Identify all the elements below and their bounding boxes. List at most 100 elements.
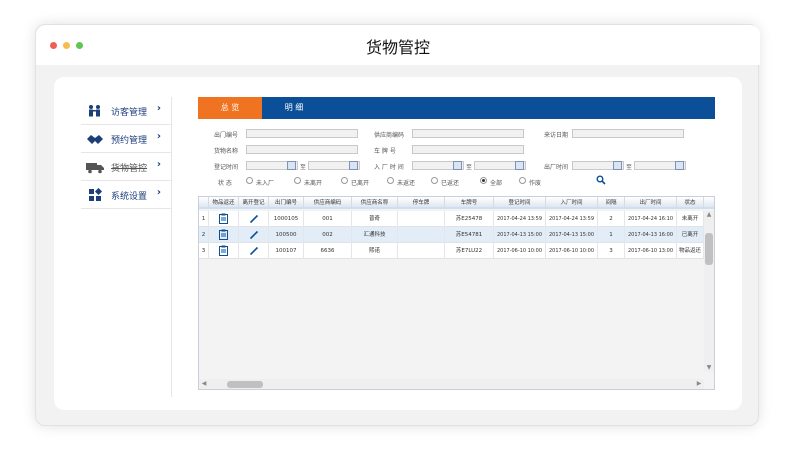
- column-header[interactable]: 状态: [677, 197, 704, 209]
- sidebar-divider: [171, 97, 172, 397]
- clipboard-icon[interactable]: [209, 211, 239, 227]
- tab-overview[interactable]: 总 览: [198, 97, 262, 119]
- vertical-scroll-thumb[interactable]: [705, 233, 713, 265]
- column-header[interactable]: 车牌号: [445, 197, 494, 209]
- tab-details[interactable]: 明 细: [262, 97, 326, 119]
- column-header[interactable]: 供应商编码: [304, 197, 352, 209]
- chevron-right-icon: ›: [156, 103, 161, 114]
- title-bar: 货物管控: [36, 25, 760, 65]
- calendar-icon[interactable]: [613, 161, 622, 170]
- exit-number-cell: 100107: [269, 243, 304, 259]
- exit-time-cell: 2017-04-24 16:10: [625, 211, 677, 227]
- calendar-icon[interactable]: [349, 161, 358, 170]
- supplier-code-label: 供应商编码: [374, 132, 405, 139]
- calendar-icon[interactable]: [453, 161, 462, 170]
- sidebar-item-label: 预约管理: [111, 136, 148, 146]
- interval-cell: 2: [598, 211, 625, 227]
- radio-label: 未离开: [304, 180, 323, 187]
- exit-time-label: 出厂时间: [544, 164, 569, 171]
- status-radio-left[interactable]: [341, 177, 348, 184]
- status-radio-not-left[interactable]: [294, 177, 301, 184]
- register-time-cell: 2017-04-13 15:00: [494, 227, 546, 243]
- grid-header: 物品返还 离开登记 出门编号 供应商编码 供应商名称 停车牌 车牌号 登记时间 …: [199, 197, 714, 209]
- sidebar-item-settings[interactable]: 系统设置 ›: [81, 181, 171, 209]
- visitors-icon: [89, 105, 100, 117]
- column-header[interactable]: 出门编号: [269, 197, 304, 209]
- exit-number-label: 出门编号: [214, 132, 239, 139]
- scroll-down-icon[interactable]: ▼: [704, 364, 714, 372]
- column-header[interactable]: 物品返还: [209, 197, 239, 209]
- range-separator: 至: [626, 164, 633, 171]
- sidebar-item-appointments[interactable]: 预约管理 ›: [81, 125, 171, 153]
- row-number: 1: [199, 211, 209, 227]
- scroll-left-icon[interactable]: ◀: [199, 379, 209, 389]
- status-label: 状 态: [218, 180, 232, 187]
- sidebar-item-goods-control[interactable]: 货物管控 ›: [81, 153, 171, 181]
- column-header[interactable]: 离开登记: [239, 197, 269, 209]
- calendar-icon[interactable]: [675, 161, 684, 170]
- status-radio-all[interactable]: [480, 177, 487, 184]
- entry-time-label: 入 厂 时 间: [374, 164, 404, 171]
- visit-date-input[interactable]: [572, 129, 684, 138]
- table-row[interactable]: 3 100107 6636 熙诺 苏E7LU22 2017-06-10 10:0…: [199, 243, 704, 259]
- table-row[interactable]: 1 1000105 001 普奇 苏E25478 2017-04-24 13:5…: [199, 211, 704, 227]
- clipboard-icon[interactable]: [209, 243, 239, 259]
- pen-icon[interactable]: [239, 211, 269, 227]
- column-header[interactable]: 间隔: [598, 197, 625, 209]
- horizontal-scrollbar[interactable]: ◀ ▶: [199, 379, 704, 389]
- tab-bar: 总 览 明 细: [198, 97, 715, 119]
- supplier-name-cell: 汇通科技: [352, 227, 398, 243]
- exit-time-cell: 2017-04-13 16:00: [625, 227, 677, 243]
- interval-cell: 1: [598, 227, 625, 243]
- status-radio-not-returned[interactable]: [387, 177, 394, 184]
- pen-icon[interactable]: [239, 227, 269, 243]
- column-header[interactable]: 供应商名称: [352, 197, 398, 209]
- vertical-scrollbar[interactable]: ▲ ▼: [704, 211, 714, 372]
- exit-number-cell: 1000105: [269, 211, 304, 227]
- status-radio-not-entered[interactable]: [246, 177, 253, 184]
- goods-name-input[interactable]: [246, 145, 358, 154]
- column-header[interactable]: 登记时间: [494, 197, 546, 209]
- horizontal-scroll-thumb[interactable]: [227, 381, 263, 388]
- calendar-icon[interactable]: [287, 161, 296, 170]
- status-cell: 已离开: [677, 227, 704, 243]
- column-header[interactable]: 出厂时间: [625, 197, 677, 209]
- search-icon[interactable]: [596, 175, 606, 185]
- chevron-right-icon: ›: [156, 131, 161, 142]
- scroll-right-icon[interactable]: ▶: [694, 379, 704, 389]
- row-number: 3: [199, 243, 209, 259]
- register-time-label: 登记时间: [214, 164, 239, 171]
- radio-label: 已离开: [351, 180, 370, 187]
- visit-date-label: 来访日期: [544, 132, 569, 139]
- plate-number-cell: 苏E54781: [445, 227, 494, 243]
- parking-card-cell: [398, 227, 445, 243]
- calendar-icon[interactable]: [515, 161, 524, 170]
- column-header[interactable]: 停车牌: [398, 197, 445, 209]
- status-radio-returned[interactable]: [431, 177, 438, 184]
- chevron-right-icon: ›: [156, 159, 161, 170]
- supplier-code-cell: 002: [304, 227, 352, 243]
- status-cell: 未离开: [677, 211, 704, 227]
- content-panel: 访客管理 › 预约管理 › 货物管控 › 系统设置 › 总 览 明 细 出门编号…: [54, 77, 742, 410]
- table-row[interactable]: 2 100500 002 汇通科技 苏E54781 2017-04-13 15:…: [199, 227, 704, 243]
- entry-time-cell: 2017-06-10 10:00: [546, 243, 598, 259]
- plate-number-input[interactable]: [412, 145, 524, 154]
- exit-time-cell: 2017-06-10 13:00: [625, 243, 677, 259]
- register-time-cell: 2017-04-24 13:59: [494, 211, 546, 227]
- sidebar-item-visitors[interactable]: 访客管理 ›: [81, 97, 171, 125]
- main-content: 总 览 明 细 出门编号 供应商编码 来访日期 货物名称 车 牌 号 登记时间 …: [198, 97, 715, 390]
- interval-cell: 3: [598, 243, 625, 259]
- supplier-code-input[interactable]: [412, 129, 524, 138]
- exit-number-input[interactable]: [246, 129, 358, 138]
- scroll-up-icon[interactable]: ▲: [704, 211, 714, 219]
- column-header[interactable]: 入厂时间: [546, 197, 598, 209]
- status-cell: 物品返还: [677, 243, 704, 259]
- parking-card-cell: [398, 211, 445, 227]
- app-title: 货物管控: [365, 38, 430, 57]
- status-radio-void[interactable]: [519, 177, 526, 184]
- entry-time-cell: 2017-04-13 15:00: [546, 227, 598, 243]
- radio-label: 作废: [529, 180, 542, 187]
- row-number: 2: [199, 227, 209, 243]
- pen-icon[interactable]: [239, 243, 269, 259]
- clipboard-icon[interactable]: [209, 227, 239, 243]
